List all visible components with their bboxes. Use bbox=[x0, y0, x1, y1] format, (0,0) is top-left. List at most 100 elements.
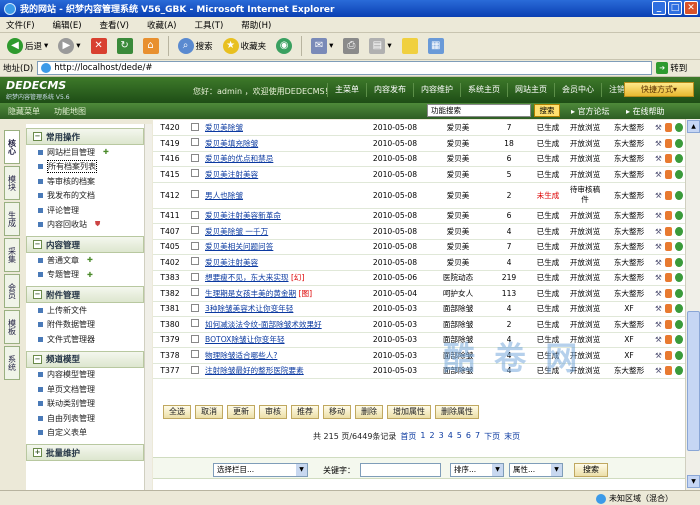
page-6[interactable]: 6 bbox=[466, 431, 471, 442]
add-icon[interactable]: ✚ bbox=[87, 256, 93, 264]
stop-button[interactable]: ✕ bbox=[88, 36, 110, 56]
page-4[interactable]: 4 bbox=[448, 431, 453, 442]
view-icon[interactable] bbox=[675, 350, 683, 360]
recommend-button[interactable]: 推荐 bbox=[291, 405, 319, 419]
tools-icon[interactable]: ⚒ bbox=[655, 351, 662, 360]
tools-icon[interactable]: ⚒ bbox=[655, 258, 662, 267]
attribute-select[interactable]: 属性... ▼ bbox=[509, 463, 563, 477]
nav-site-home[interactable]: 网站主页 bbox=[507, 83, 554, 97]
menu-favorites[interactable]: 收藏(A) bbox=[147, 19, 176, 31]
go-button[interactable]: ➔ 转到 bbox=[656, 62, 687, 74]
minimize-button[interactable]: _ bbox=[652, 1, 666, 15]
row-checkbox[interactable] bbox=[191, 303, 199, 312]
view-icon[interactable] bbox=[675, 366, 683, 376]
maximize-button[interactable]: □ bbox=[668, 1, 682, 15]
scroll-thumb[interactable] bbox=[687, 311, 700, 451]
row-title[interactable]: 爱贝美除皱 bbox=[205, 123, 243, 132]
home-button[interactable]: ⌂ bbox=[140, 36, 162, 56]
row-checkbox[interactable] bbox=[191, 272, 199, 281]
view-icon[interactable] bbox=[675, 138, 683, 148]
sidebar-scrollbar[interactable] bbox=[144, 124, 152, 490]
view-icon[interactable] bbox=[675, 257, 683, 267]
view-icon[interactable] bbox=[675, 288, 683, 298]
sidebar-item-topics[interactable]: 专题管理 ✚ bbox=[26, 268, 144, 283]
page-2[interactable]: 2 bbox=[430, 431, 435, 442]
add-attribute-button[interactable]: 增加属性 bbox=[387, 405, 431, 419]
nav-system-home[interactable]: 系统主页 bbox=[460, 83, 507, 97]
page-last[interactable]: 末页 bbox=[504, 431, 520, 442]
row-title[interactable]: 爱贝美注射美容新革命 bbox=[205, 211, 281, 220]
filter-search-button[interactable]: 搜索 bbox=[574, 463, 608, 477]
search-button[interactable]: ⌕ 搜索 bbox=[175, 36, 216, 56]
tools-icon[interactable]: ⚒ bbox=[655, 170, 662, 179]
row-title[interactable]: 如何减淡法令纹-面部除皱术效果好 bbox=[205, 320, 322, 329]
menu-tools[interactable]: 工具(T) bbox=[194, 19, 223, 31]
add-icon[interactable]: ✚ bbox=[103, 148, 109, 156]
sidebar-group-content[interactable]: − 内容管理 bbox=[26, 236, 144, 253]
tools-icon[interactable]: ⚒ bbox=[655, 123, 662, 132]
sidebar-item-recycle[interactable]: 内容回收站 ⛊ bbox=[26, 218, 144, 233]
sidebar-item-channel-manage[interactable]: 网站栏目管理 ✚ bbox=[26, 145, 144, 160]
tab-modules[interactable]: 模块 bbox=[4, 166, 20, 200]
page-1[interactable]: 1 bbox=[420, 431, 425, 442]
row-title[interactable]: 男人也除皱 bbox=[205, 191, 243, 200]
page-first[interactable]: 首页 bbox=[400, 431, 416, 442]
sidebar-group-batch[interactable]: + 批量维护 bbox=[26, 444, 144, 461]
row-checkbox[interactable] bbox=[191, 288, 199, 297]
view-icon[interactable] bbox=[675, 304, 683, 314]
view-icon[interactable] bbox=[675, 335, 683, 345]
page-next[interactable]: 下页 bbox=[484, 431, 500, 442]
row-title[interactable]: 爱贝美相关问题问答 bbox=[205, 242, 273, 251]
sidebar-item-content-models[interactable]: 内容模型管理 bbox=[26, 368, 144, 383]
sidebar-item-attach-data[interactable]: 附件数据管理 bbox=[26, 318, 144, 333]
menu-help[interactable]: 帮助(H) bbox=[241, 19, 271, 31]
row-title[interactable]: 爱贝美注射美容 bbox=[205, 258, 258, 267]
row-title[interactable]: 爱贝美除皱 一千万 bbox=[205, 227, 268, 236]
discuss-button[interactable] bbox=[399, 36, 421, 56]
quick-menu-button[interactable]: 快捷方式 ▾ bbox=[624, 82, 694, 97]
research-button[interactable]: ▦ bbox=[425, 36, 447, 56]
sidebar-item-file-manager[interactable]: 文件式管理器 bbox=[26, 332, 144, 347]
view-icon[interactable] bbox=[675, 211, 683, 221]
view-icon[interactable] bbox=[675, 273, 683, 283]
print-button[interactable]: ⎙ bbox=[340, 36, 362, 56]
tools-icon[interactable]: ⚒ bbox=[655, 304, 662, 313]
nav-member[interactable]: 会员中心 bbox=[554, 83, 601, 97]
edit-icon[interactable] bbox=[664, 257, 673, 267]
row-title[interactable]: 生理期是女孩丰美的黄金期 bbox=[205, 289, 296, 298]
scroll-down-arrow-icon[interactable]: ▼ bbox=[687, 475, 700, 488]
sidebar-item-free-lists[interactable]: 自由列表管理 bbox=[26, 411, 144, 426]
update-button[interactable]: 更新 bbox=[227, 405, 255, 419]
row-checkbox[interactable] bbox=[191, 241, 199, 250]
edit-icon[interactable] bbox=[664, 335, 673, 345]
row-checkbox[interactable] bbox=[191, 319, 199, 328]
row-title[interactable]: 想要瘦不见，东大来实现 bbox=[205, 273, 289, 282]
edit-icon[interactable] bbox=[664, 138, 673, 148]
edit-icon[interactable] bbox=[664, 123, 673, 132]
sidebar-item-all-archives[interactable]: 所有档案列表 bbox=[26, 160, 144, 175]
sidebar-item-pending[interactable]: 等审核的档案 bbox=[26, 174, 144, 189]
help-link[interactable]: ▸ 在线帮助 bbox=[626, 106, 665, 117]
page-7[interactable]: 7 bbox=[475, 431, 480, 442]
sidebar-item-my-docs[interactable]: 我发布的文档 bbox=[26, 189, 144, 204]
tools-icon[interactable]: ⚒ bbox=[655, 191, 662, 200]
edit-icon[interactable] bbox=[664, 190, 673, 200]
tools-icon[interactable]: ⚒ bbox=[655, 227, 662, 236]
edit-icon[interactable] bbox=[664, 273, 673, 283]
tools-icon[interactable]: ⚒ bbox=[655, 335, 662, 344]
edit-icon[interactable] bbox=[664, 226, 673, 236]
hide-menu-link[interactable]: 隐藏菜单 bbox=[8, 106, 40, 117]
media-button[interactable]: ◉ bbox=[273, 36, 295, 56]
edit-icon[interactable] bbox=[664, 319, 673, 329]
tools-icon[interactable]: ⚒ bbox=[655, 289, 662, 298]
cancel-button[interactable]: 取消 bbox=[195, 405, 223, 419]
view-icon[interactable] bbox=[675, 226, 683, 236]
row-title[interactable]: 爱贝美填充除皱 bbox=[205, 139, 258, 148]
row-title[interactable]: 爱贝美注射美容 bbox=[205, 170, 258, 179]
row-checkbox[interactable] bbox=[191, 169, 199, 178]
view-icon[interactable] bbox=[675, 242, 683, 252]
address-input[interactable]: http://localhost/dede/# bbox=[37, 61, 653, 75]
sidebar-group-attachments[interactable]: − 附件管理 bbox=[26, 286, 144, 303]
page-5[interactable]: 5 bbox=[457, 431, 462, 442]
edit-icon[interactable] bbox=[664, 366, 673, 376]
